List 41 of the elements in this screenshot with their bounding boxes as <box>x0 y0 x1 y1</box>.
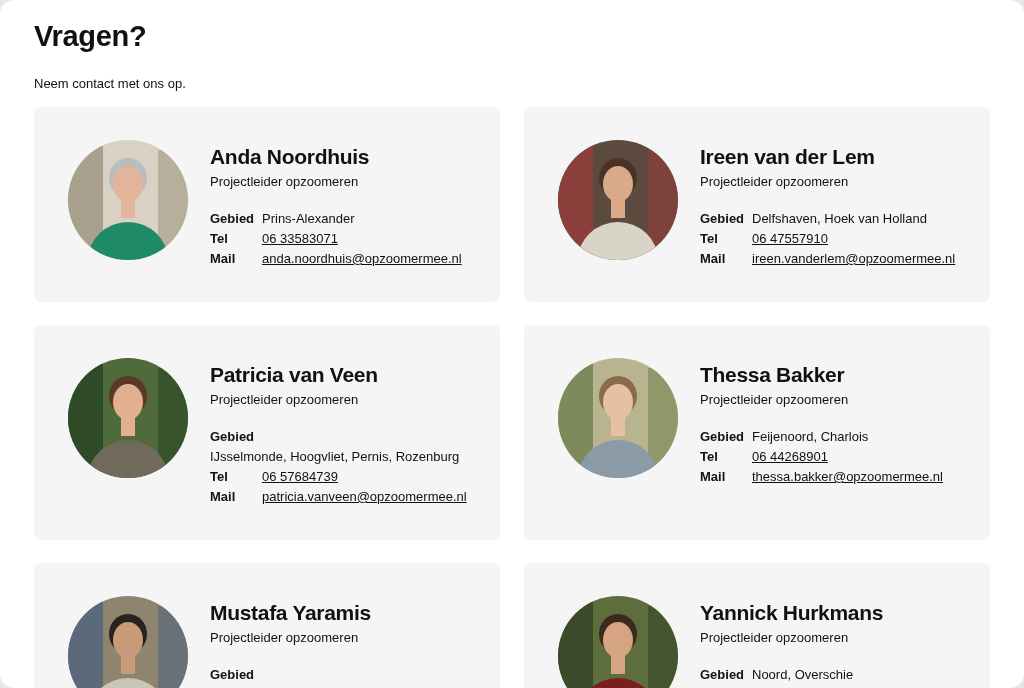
phone-link[interactable]: 06 47557910 <box>752 229 828 249</box>
contact-role: Projectleider opzoomeren <box>210 174 360 189</box>
contact-role: Projectleider opzoomeren <box>700 630 850 645</box>
field-label: Mail <box>210 488 237 506</box>
page-heading: Vragen? <box>34 20 148 52</box>
contact-role: Projectleider opzoomeren <box>700 174 850 189</box>
area-text: IJsselmonde, Hoogvliet, Pernis, Rozenburg <box>210 448 460 466</box>
field-label: Tel <box>210 230 229 248</box>
field-label: Mail <box>210 250 237 268</box>
field-label: Mail <box>700 250 727 268</box>
contact-name: Yannick Hurkmans <box>700 600 885 626</box>
contact-name: Patricia van Veen <box>210 362 379 388</box>
email-link[interactable]: patricia.vanveen@opzoomermee.nl <box>262 487 467 507</box>
field-label: Gebied <box>210 428 256 446</box>
email-link[interactable]: ireen.vanderlem@opzoomermee.nl <box>752 249 956 269</box>
area-text: Delfshaven, Hoek van Holland <box>752 210 927 228</box>
field-label: Gebied <box>700 210 746 228</box>
contact-name: Ireen van der Lem <box>700 144 876 170</box>
contact-name: Anda Noordhuis <box>210 144 371 170</box>
phone-link[interactable]: 06 44268901 <box>752 447 828 467</box>
contact-name: Mustafa Yaramis <box>210 600 372 626</box>
phone-link[interactable]: 06 33583071 <box>262 229 338 249</box>
field-label: Gebied <box>700 428 746 446</box>
phone-link[interactable]: 06 57684739 <box>262 467 338 487</box>
intro-text: Neem contact met ons op. <box>34 76 187 91</box>
contact-name: Thessa Bakker <box>700 362 846 388</box>
area-text: Noord, Overschie <box>752 666 854 684</box>
field-label: Tel <box>700 448 719 466</box>
contact-role: Projectleider opzoomeren <box>700 392 850 407</box>
field-label: Gebied <box>210 210 256 228</box>
area-text: Feijenoord, Charlois <box>752 428 869 446</box>
field-label: Tel <box>700 230 719 248</box>
field-label: Tel <box>210 468 229 486</box>
field-label: Gebied <box>700 666 746 684</box>
field-label: Gebied <box>210 666 256 684</box>
field-label: Mail <box>700 468 727 486</box>
area-text: Prins-Alexander <box>262 210 355 228</box>
email-link[interactable]: anda.noordhuis@opzoomermee.nl <box>262 249 462 269</box>
email-link[interactable]: thessa.bakker@opzoomermee.nl <box>752 467 943 487</box>
contact-role: Projectleider opzoomeren <box>210 630 360 645</box>
contact-role: Projectleider opzoomeren <box>210 392 360 407</box>
